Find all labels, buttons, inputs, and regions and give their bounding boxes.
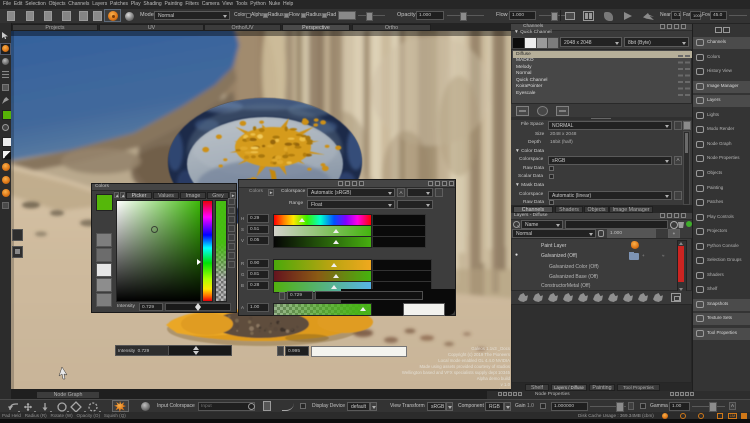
svg-text:Made using assets provided cou: Made using assets provided courtesy of s… [419,364,510,369]
svg-text:v 1.0: v 1.0 [501,382,511,387]
svg-text:Alpha demo build: Alpha demo build [477,376,511,381]
svg-text:Local mode enabled GL 4.4.0 NV: Local mode enabled GL 4.4.0 NVIDIA [438,358,510,363]
svg-text:Wellington based and VFX speci: Wellington based and VFX specialists sup… [402,370,511,375]
svg-text:Galeos 1.1v3 _Docs: Galeos 1.1v3 _Docs [471,346,510,351]
svg-text:Copyright (c) 2019 The Pioneer: Copyright (c) 2019 The Pioneers [448,352,510,357]
